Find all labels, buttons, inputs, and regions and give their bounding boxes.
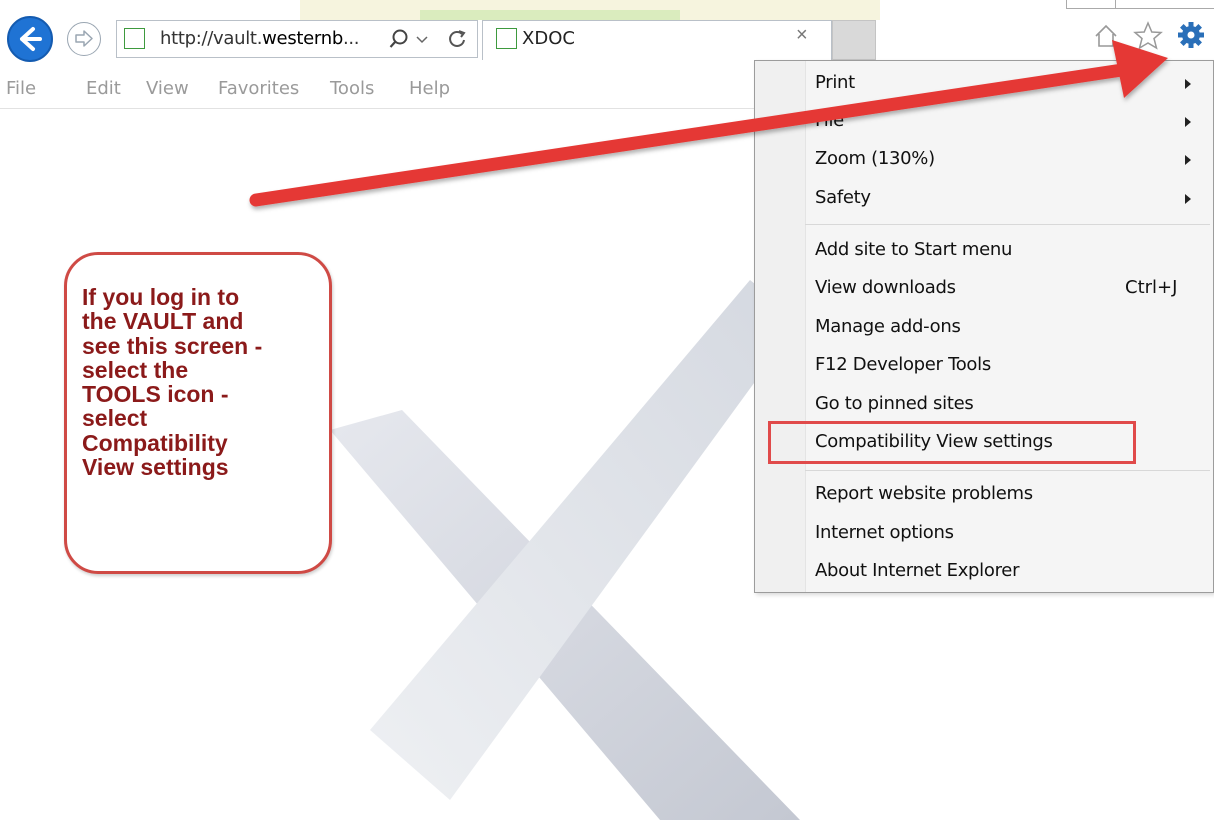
red-arrow-icon <box>249 40 1168 207</box>
annotation-arrow <box>249 40 1168 207</box>
